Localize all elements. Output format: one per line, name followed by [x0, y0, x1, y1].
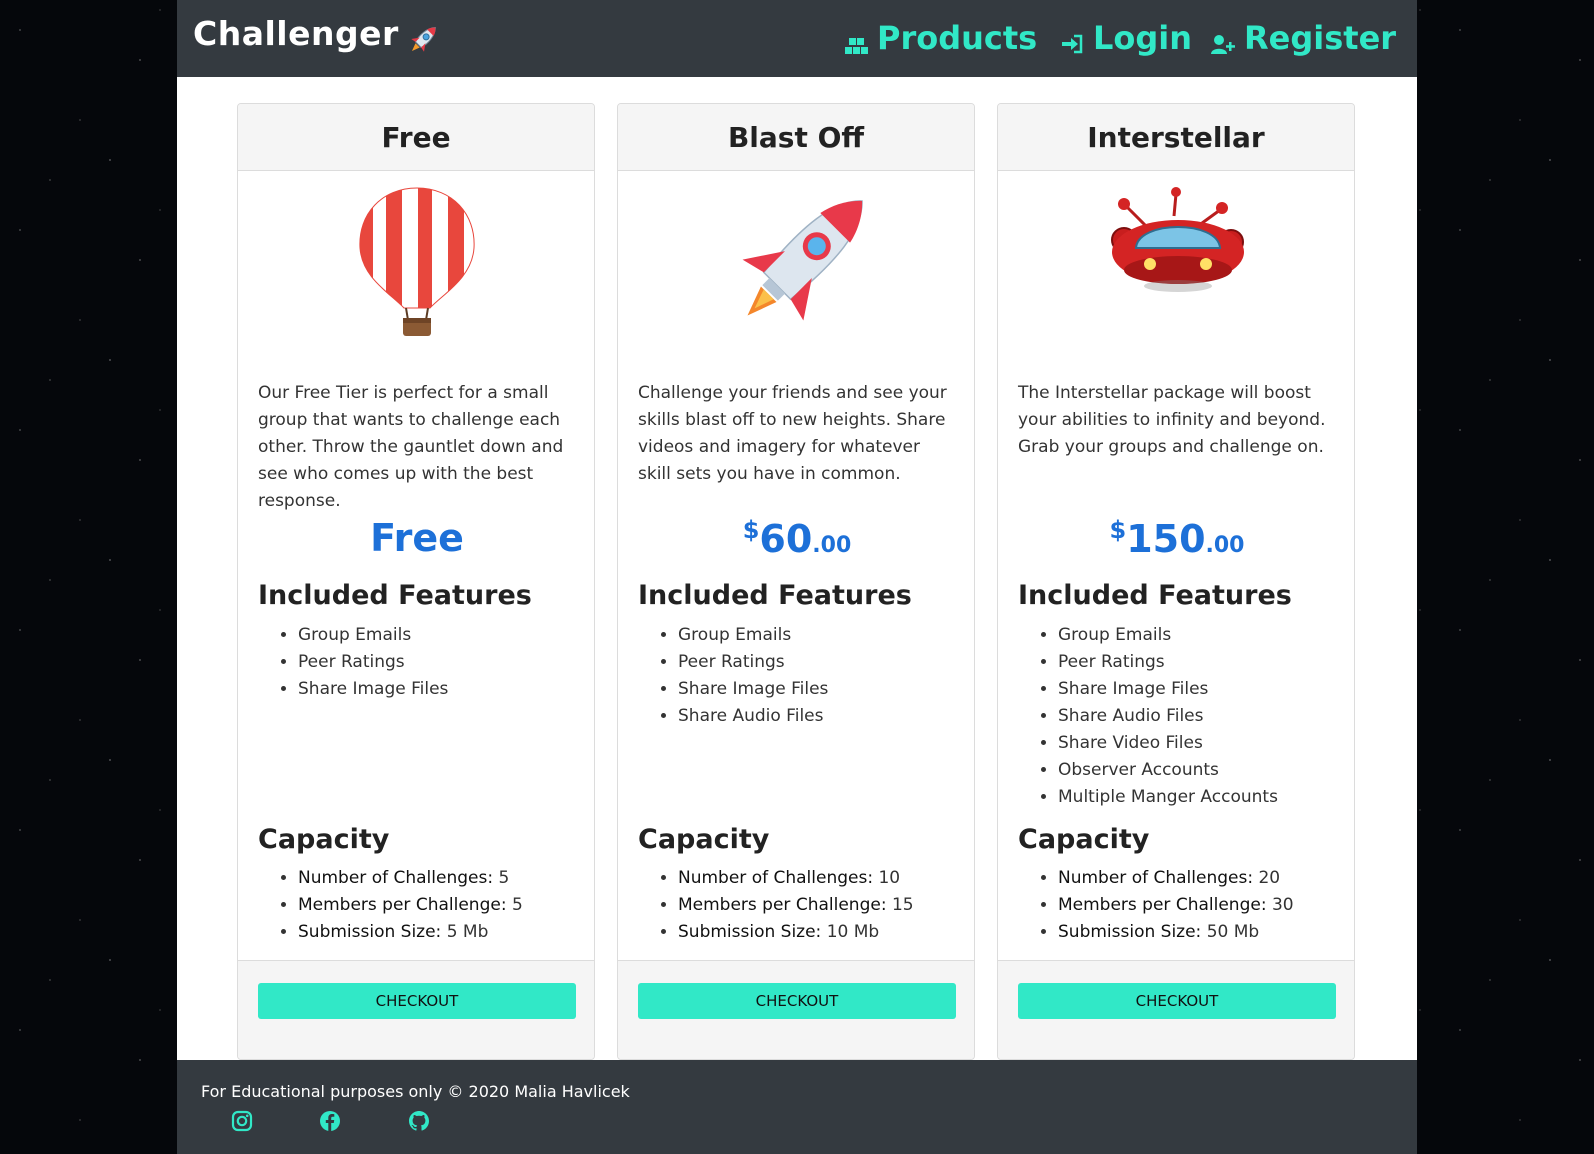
capacity-label: Number of Challenges: — [1058, 868, 1254, 888]
features-list: Group Emails Peer Ratings Share Image Fi… — [638, 622, 828, 730]
list-item: Peer Ratings — [1058, 649, 1278, 676]
list-item: Observer Accounts — [1058, 757, 1278, 784]
list-item: Submission Size: 50 Mb — [1058, 919, 1294, 946]
list-item: Group Emails — [298, 622, 448, 649]
nav-products-label: Products — [877, 19, 1038, 57]
facebook-icon[interactable] — [319, 1110, 341, 1132]
capacity-value: 5 — [498, 868, 510, 888]
list-item: Number of Challenges: 10 — [678, 865, 914, 892]
capacity-value: 20 — [1258, 868, 1281, 888]
list-item: Share Audio Files — [1058, 703, 1278, 730]
capacity-list: Number of Challenges: 20 Members per Cha… — [1018, 865, 1294, 946]
capacity-value: 30 — [1271, 895, 1294, 915]
nav-login[interactable]: Login — [1059, 16, 1192, 60]
footer-copyright: For Educational purposes only © 2020 Mal… — [201, 1082, 630, 1101]
card-footer: CHECKOUT — [238, 960, 594, 1059]
list-item: Members per Challenge: 5 — [298, 892, 523, 919]
nav-register-label: Register — [1244, 19, 1397, 57]
price-currency: $ — [1109, 516, 1127, 544]
card-footer: CHECKOUT — [618, 960, 974, 1059]
capacity-heading: Capacity — [258, 824, 390, 855]
features-heading: Included Features — [638, 580, 912, 611]
sign-in-icon — [1059, 26, 1085, 54]
plan-price: Free — [370, 516, 464, 560]
plan-card-free: Free Our Free Tier is perfect for a smal… — [237, 103, 595, 1060]
list-item: Peer Ratings — [298, 649, 448, 676]
list-item: Peer Ratings — [678, 649, 828, 676]
plan-title: Free — [238, 104, 594, 171]
checkout-button[interactable]: CHECKOUT — [638, 983, 956, 1019]
hot-air-balloon-image — [238, 186, 594, 346]
plan-description: Challenge your friends and see your skil… — [638, 383, 947, 484]
price-whole: 60 — [759, 517, 813, 561]
plan-title: Blast Off — [618, 104, 974, 171]
list-item: Members per Challenge: 15 — [678, 892, 914, 919]
brand-logo[interactable]: Challenger — [193, 14, 399, 53]
capacity-heading: Capacity — [638, 824, 770, 855]
capacity-label: Submission Size: — [298, 922, 442, 942]
capacity-value: 5 — [511, 895, 523, 915]
list-item: Share Image Files — [298, 676, 448, 703]
checkout-button[interactable]: CHECKOUT — [1018, 983, 1336, 1019]
page-footer: For Educational purposes only © 2020 Mal… — [177, 1060, 1417, 1154]
list-item: Share Image Files — [1058, 676, 1278, 703]
list-item: Submission Size: 5 Mb — [298, 919, 523, 946]
capacity-value: 50 Mb — [1206, 922, 1260, 942]
price-cents: .00 — [1205, 533, 1245, 558]
features-list: Group Emails Peer Ratings Share Image Fi… — [258, 622, 448, 703]
rocket-image — [618, 186, 974, 346]
user-plus-icon — [1210, 26, 1236, 54]
instagram-icon[interactable] — [231, 1110, 253, 1132]
checkout-button[interactable]: CHECKOUT — [258, 983, 576, 1019]
capacity-label: Members per Challenge: — [678, 895, 887, 915]
features-heading: Included Features — [258, 580, 532, 611]
rocket-icon — [405, 20, 443, 58]
card-footer: CHECKOUT — [998, 960, 1354, 1059]
capacity-label: Number of Challenges: — [298, 868, 494, 888]
features-list: Group Emails Peer Ratings Share Image Fi… — [1018, 622, 1278, 811]
plan-description: Our Free Tier is perfect for a small gro… — [258, 383, 564, 511]
capacity-list: Number of Challenges: 5 Members per Chal… — [258, 865, 523, 946]
list-item: Number of Challenges: 20 — [1058, 865, 1294, 892]
capacity-label: Members per Challenge: — [1058, 895, 1267, 915]
capacity-value: 5 Mb — [446, 922, 489, 942]
page: Challenger Products Login Register Free … — [177, 0, 1417, 1154]
capacity-label: Number of Challenges: — [678, 868, 874, 888]
github-icon[interactable] — [408, 1110, 430, 1132]
plan-card-blast-off: Blast Off Challenge your friends and see… — [617, 103, 975, 1060]
nav-register[interactable]: Register — [1210, 16, 1396, 60]
features-heading: Included Features — [1018, 580, 1292, 611]
price-cents: .00 — [812, 533, 852, 558]
price-whole: 150 — [1126, 517, 1206, 561]
capacity-value: 15 — [891, 895, 914, 915]
navbar: Challenger Products Login Register — [177, 0, 1417, 77]
list-item: Multiple Manger Accounts — [1058, 784, 1278, 811]
list-item: Number of Challenges: 5 — [298, 865, 523, 892]
price-currency: $ — [742, 516, 760, 544]
list-item: Group Emails — [1058, 622, 1278, 649]
list-item: Share Image Files — [678, 676, 828, 703]
nav-login-label: Login — [1093, 19, 1193, 57]
capacity-label: Members per Challenge: — [298, 895, 507, 915]
list-item: Members per Challenge: 30 — [1058, 892, 1294, 919]
capacity-list: Number of Challenges: 10 Members per Cha… — [638, 865, 914, 946]
flying-saucer-image — [998, 186, 1354, 346]
plan-card-interstellar: Interstellar The Interstellar package wi… — [997, 103, 1355, 1060]
list-item: Share Video Files — [1058, 730, 1278, 757]
boxes-icon — [843, 26, 869, 54]
capacity-heading: Capacity — [1018, 824, 1150, 855]
capacity-label: Submission Size: — [678, 922, 822, 942]
nav-products[interactable]: Products — [843, 16, 1037, 60]
plan-price: $60.00 — [618, 516, 974, 561]
list-item: Share Audio Files — [678, 703, 828, 730]
plan-price: $150.00 — [998, 516, 1354, 561]
capacity-value: 10 — [878, 868, 901, 888]
capacity-label: Submission Size: — [1058, 922, 1202, 942]
capacity-value: 10 Mb — [826, 922, 880, 942]
list-item: Group Emails — [678, 622, 828, 649]
plan-title: Interstellar — [998, 104, 1354, 171]
list-item: Submission Size: 10 Mb — [678, 919, 914, 946]
plan-description: The Interstellar package will boost your… — [1018, 383, 1326, 457]
